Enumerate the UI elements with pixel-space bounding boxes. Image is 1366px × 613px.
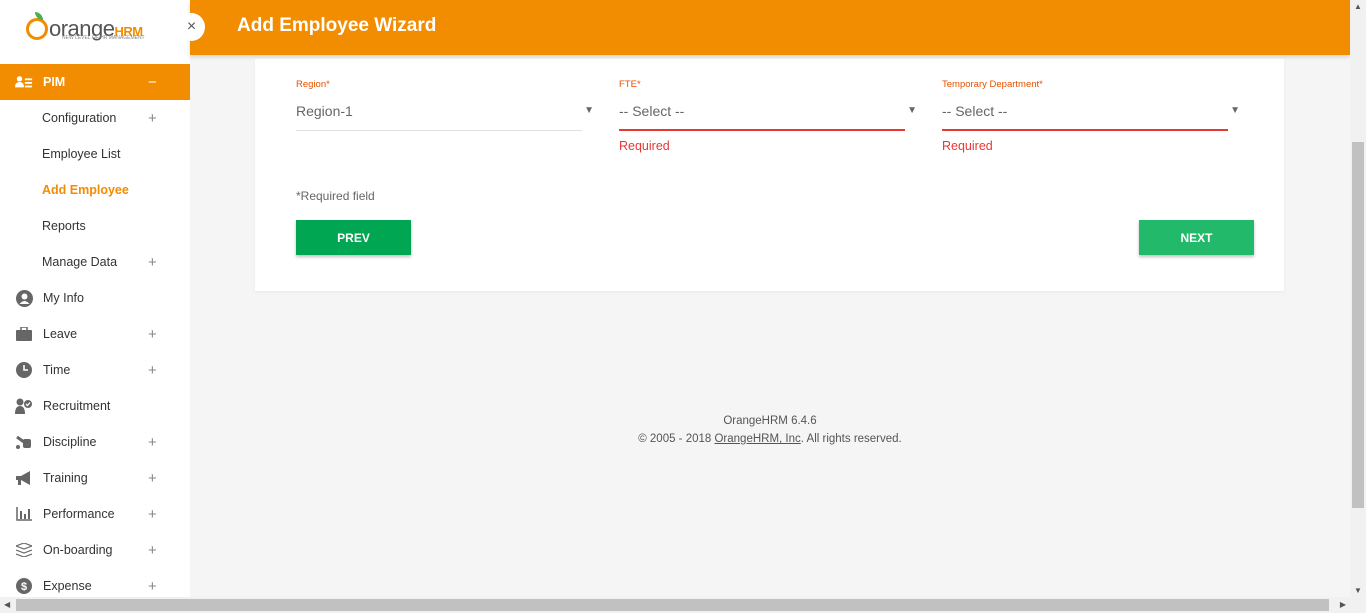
sidebar-item-label: Manage Data [42,255,118,269]
sidebar-item-recruitment[interactable]: Recruitment [0,388,190,424]
logo-tagline: NEW LEVEL OF HR MANAGEMENT [62,35,145,41]
sidebar-item-label: Leave [43,327,78,341]
scroll-down-icon[interactable]: ▼ [1354,586,1362,595]
megaphone-icon [15,469,33,487]
sidebar-item-label: Discipline [43,435,97,449]
sidebar: orangeHRM NEW LEVEL OF HR MANAGEMENT PIM… [0,0,190,597]
scroll-up-icon[interactable]: ▲ [1354,2,1362,11]
sidebar-item-discipline[interactable]: Discipline + [0,424,190,460]
company-link[interactable]: OrangeHRM, Inc [714,433,800,445]
footer-copyright: © 2005 - 2018 OrangeHRM, Inc. All rights… [638,433,902,445]
chevron-down-icon[interactable]: ▼ [584,97,594,125]
select-value: Region-1 [296,103,353,119]
sidebar-item-leave[interactable]: Leave + [0,316,190,352]
dollar-icon: $ [15,577,33,595]
required-field-note: *Required field [296,189,375,203]
logo-area: orangeHRM NEW LEVEL OF HR MANAGEMENT [0,0,190,56]
sidebar-item-expense[interactable]: $ Expense + [0,568,190,597]
logo-wordmark: orangeHRM [49,16,143,41]
discipline-icon [15,433,33,451]
sidebar-item-add-employee[interactable]: Add Employee [0,172,190,208]
user-circle-icon [15,289,33,307]
select-value: -- Select -- [619,103,685,119]
sidebar-item-label: Add Employee [42,183,129,197]
sidebar-menu: PIM − Configuration + Employee List Add … [0,64,190,597]
sidebar-item-label: Training [43,471,88,485]
next-button[interactable]: NEXT [1139,220,1254,255]
sidebar-close-icon[interactable]: × [178,13,205,41]
expand-toggle-icon[interactable]: + [148,362,157,379]
top-bar: Add Employee Wizard [190,0,1350,55]
region-select[interactable]: Region-1 ▼ [296,97,594,131]
expand-toggle-icon[interactable]: + [148,470,157,487]
expand-toggle-icon[interactable]: + [148,506,157,523]
orangehrm-logo[interactable]: orangeHRM [26,12,143,49]
select-value: -- Select -- [942,103,1008,119]
sidebar-item-label: Time [43,363,71,377]
scroll-right-icon[interactable]: ▶ [1340,600,1346,609]
svg-text:$: $ [21,581,27,593]
chevron-down-icon[interactable]: ▼ [1230,97,1240,125]
sidebar-item-time[interactable]: Time + [0,352,190,388]
sidebar-item-reports[interactable]: Reports [0,208,190,244]
sidebar-item-performance[interactable]: Performance + [0,496,190,532]
wizard-card: Region* Region-1 ▼ FTE* -- Select -- ▼ R… [255,59,1284,291]
expand-toggle-icon[interactable]: + [148,578,157,595]
footer: OrangeHRM 6.4.6 © 2005 - 2018 OrangeHRM,… [190,412,1350,448]
fte-field: FTE* -- Select -- ▼ Required [619,79,917,153]
pim-icon [15,73,33,91]
field-label: FTE* [619,79,641,90]
fte-select[interactable]: -- Select -- ▼ [619,97,917,131]
sidebar-item-label: Employee List [42,147,121,161]
field-label: Temporary Department* [942,79,1043,90]
vertical-scroll-thumb[interactable] [1352,142,1364,508]
sidebar-item-label: My Info [43,291,84,305]
sidebar-item-label: Expense [43,579,92,593]
validation-error: Required [619,139,670,153]
logo-orange-icon [26,12,48,40]
temporary-department-field: Temporary Department* -- Select -- ▼ Req… [942,79,1240,153]
chevron-down-icon[interactable]: ▼ [907,97,917,125]
briefcase-icon [15,325,33,343]
expand-toggle-icon[interactable]: + [148,326,157,343]
field-label: Region* [296,79,330,90]
sidebar-item-label: Reports [42,219,86,233]
sidebar-item-manage-data[interactable]: Manage Data + [0,244,190,280]
sidebar-item-onboarding[interactable]: On-boarding + [0,532,190,568]
region-field: Region* Region-1 ▼ [296,79,594,131]
sidebar-item-configuration[interactable]: Configuration + [0,100,190,136]
recruitment-icon [15,397,33,415]
validation-error: Required [942,139,993,153]
horizontal-scrollbar[interactable]: ◀ ▶ [0,597,1366,613]
sidebar-item-label: Configuration [42,111,117,125]
sidebar-item-label: On-boarding [43,543,113,557]
expand-toggle-icon[interactable]: + [148,542,157,559]
layers-icon [15,541,33,559]
horizontal-scroll-thumb[interactable] [16,599,1329,611]
vertical-scrollbar[interactable]: ▲ ▼ [1350,0,1366,597]
expand-toggle-icon[interactable]: + [148,434,157,451]
sidebar-item-pim[interactable]: PIM − [0,64,190,100]
bar-chart-icon [15,505,33,523]
expand-toggle-icon[interactable]: + [148,254,157,271]
sidebar-item-label: PIM [43,75,66,89]
page-title: Add Employee Wizard [237,15,437,36]
clock-icon [15,361,33,379]
footer-version: OrangeHRM 6.4.6 [723,415,817,427]
scroll-left-icon[interactable]: ◀ [4,600,10,609]
temporary-department-select[interactable]: -- Select -- ▼ [942,97,1240,131]
sidebar-item-label: Recruitment [43,399,111,413]
prev-button[interactable]: PREV [296,220,411,255]
collapse-toggle-icon[interactable]: − [148,74,157,91]
sidebar-item-my-info[interactable]: My Info [0,280,190,316]
sidebar-item-label: Performance [43,507,115,521]
sidebar-item-employee-list[interactable]: Employee List [0,136,190,172]
sidebar-item-training[interactable]: Training + [0,460,190,496]
expand-toggle-icon[interactable]: + [148,110,157,127]
